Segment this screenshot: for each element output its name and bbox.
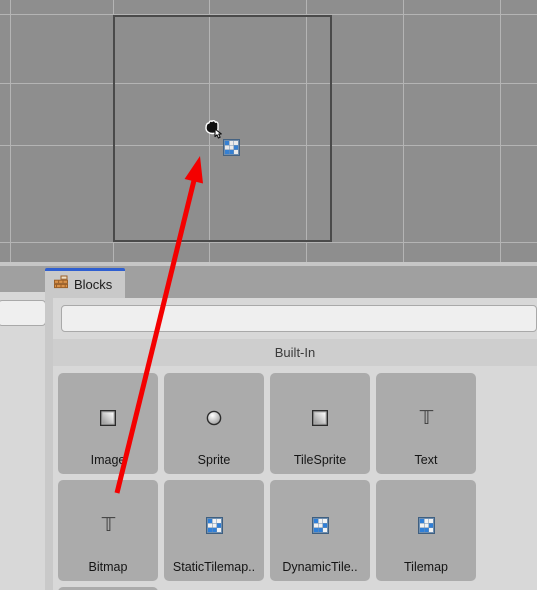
tilesprite-square-icon [270,407,370,429]
block-item-label: Image [90,452,126,467]
blocks-search-row [61,305,537,332]
block-item-tilemap[interactable]: Tilemap [376,480,476,581]
sprite-circle-icon [164,407,264,429]
block-item-dynamictilemaplayer[interactable]: DynamicTile.. [270,480,370,581]
grid-line [0,242,537,243]
grid-line [403,0,404,262]
bitmaptext-t-icon: 𝕋 [58,514,158,536]
block-item-image[interactable]: Image [58,373,158,474]
adjacent-panel[interactable] [0,292,46,590]
block-item-label: DynamicTile.. [282,559,358,574]
blocks-tile-grid: Image Sprite TileSprite 𝕋 Text 𝕋 Bitmap … [53,368,537,590]
tilemap-grid-icon [376,514,476,536]
block-item-statictilemaplayer[interactable]: StaticTilemap.. [164,480,264,581]
panel-divider[interactable] [45,292,53,590]
text-t-icon: 𝕋 [376,407,476,429]
block-item-label: StaticTilemap.. [172,559,256,574]
adjacent-panel-body [0,334,45,590]
block-item-label: TileSprite [293,452,347,467]
tab-blocks[interactable]: Blocks [45,268,125,298]
editor-window: Blocks Built-In Image Sprite TileSprite … [0,0,537,590]
section-header-label: Built-In [274,345,316,360]
block-item-label: Tilemap [404,559,448,574]
section-header-built-in: Built-In [53,339,537,366]
text-t-glyph: 𝕋 [419,407,433,429]
blocks-search-input[interactable] [61,305,537,332]
block-item-tilesprite[interactable]: TileSprite [270,373,370,474]
block-item-bitmaptext[interactable]: 𝕋 Bitmap [58,480,158,581]
block-item-text[interactable]: 𝕋 Text [376,373,476,474]
image-square-icon [58,407,158,429]
blocks-panel: Built-In Image Sprite TileSprite 𝕋 Text … [53,298,537,590]
block-item-label: Bitmap [88,559,128,574]
tilemap-grid-icon [270,514,370,536]
scene-editor-canvas[interactable] [0,0,537,262]
block-item-sprite[interactable]: Sprite [164,373,264,474]
grid-line [500,0,501,262]
tilemap-grid-icon [164,514,264,536]
brick-wall-icon [54,275,68,294]
blocks-grid-scroll[interactable]: Image Sprite TileSprite 𝕋 Text 𝕋 Bitmap … [53,368,537,590]
tab-blocks-label: Blocks [74,277,113,292]
block-item-label: Text [414,452,438,467]
adjacent-panel-search-input[interactable] [0,300,46,326]
block-item-label: Sprite [197,452,231,467]
bitmaptext-t-glyph: 𝕋 [101,514,115,536]
scene-bounds-rectangle[interactable] [113,15,332,242]
grid-line [10,0,11,262]
